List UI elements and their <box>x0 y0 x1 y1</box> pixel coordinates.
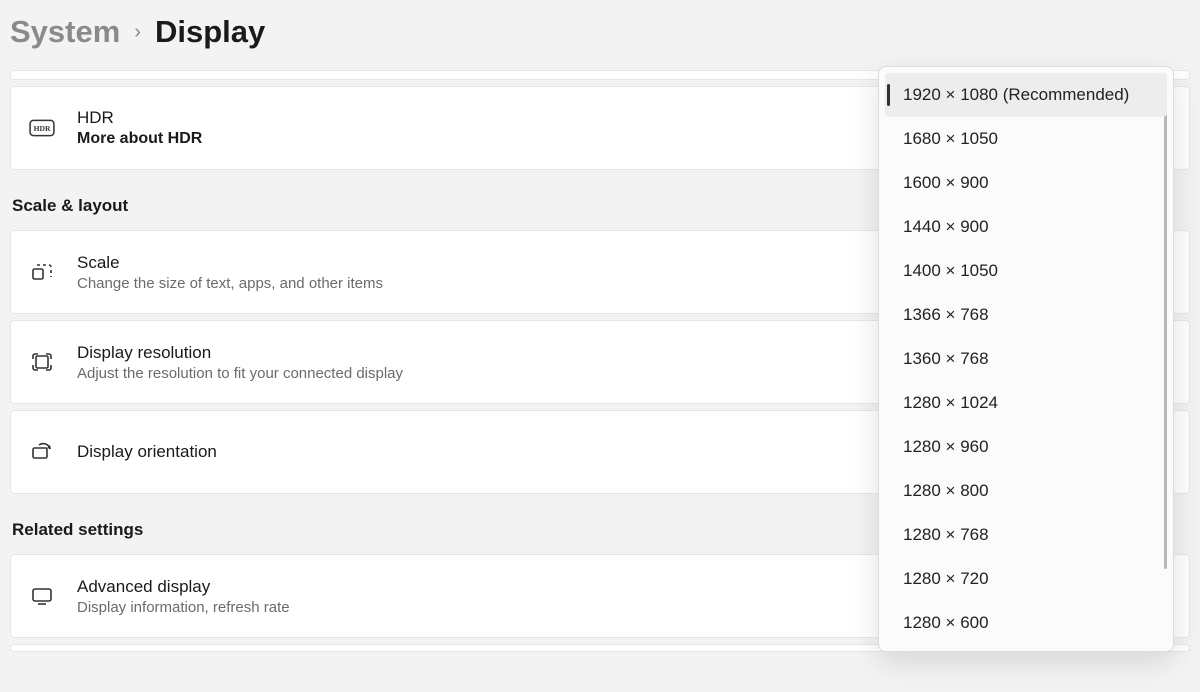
resolution-subtitle: Adjust the resolution to fit your connec… <box>77 365 403 382</box>
breadcrumb: System › Display <box>0 0 1200 70</box>
resolution-option[interactable]: 1680 × 1050 <box>885 117 1167 161</box>
resolution-option[interactable]: 1440 × 900 <box>885 205 1167 249</box>
breadcrumb-parent[interactable]: System <box>10 14 120 50</box>
breadcrumb-current: Display <box>155 14 265 50</box>
resolution-option[interactable]: 1280 × 960 <box>885 425 1167 469</box>
resolution-option[interactable]: 1600 × 900 <box>885 161 1167 205</box>
orientation-icon <box>29 439 55 465</box>
hdr-icon: HDR <box>29 115 55 141</box>
hdr-title: HDR <box>77 108 202 128</box>
resolution-option[interactable]: 1280 × 720 <box>885 557 1167 601</box>
resolution-option[interactable]: 1280 × 1024 <box>885 381 1167 425</box>
monitor-icon <box>29 583 55 609</box>
scale-icon <box>29 259 55 285</box>
resolution-icon <box>29 349 55 375</box>
chevron-right-icon: › <box>134 21 141 44</box>
resolution-dropdown[interactable]: 1920 × 1080 (Recommended)1680 × 10501600… <box>878 66 1174 652</box>
resolution-option[interactable]: 1280 × 600 <box>885 601 1167 645</box>
hdr-subtitle[interactable]: More about HDR <box>77 130 202 148</box>
scale-subtitle: Change the size of text, apps, and other… <box>77 275 383 292</box>
orientation-title: Display orientation <box>77 442 217 462</box>
advanced-display-title: Advanced display <box>77 577 290 597</box>
resolution-option[interactable]: 1280 × 768 <box>885 513 1167 557</box>
resolution-option[interactable]: 1400 × 1050 <box>885 249 1167 293</box>
scale-title: Scale <box>77 253 383 273</box>
resolution-option[interactable]: 1920 × 1080 (Recommended) <box>885 73 1167 117</box>
resolution-option[interactable]: 1366 × 768 <box>885 293 1167 337</box>
advanced-display-subtitle: Display information, refresh rate <box>77 599 290 616</box>
resolution-option[interactable]: 1360 × 768 <box>885 337 1167 381</box>
resolution-title: Display resolution <box>77 343 403 363</box>
svg-text:HDR: HDR <box>34 124 51 133</box>
resolution-option[interactable]: 1280 × 800 <box>885 469 1167 513</box>
